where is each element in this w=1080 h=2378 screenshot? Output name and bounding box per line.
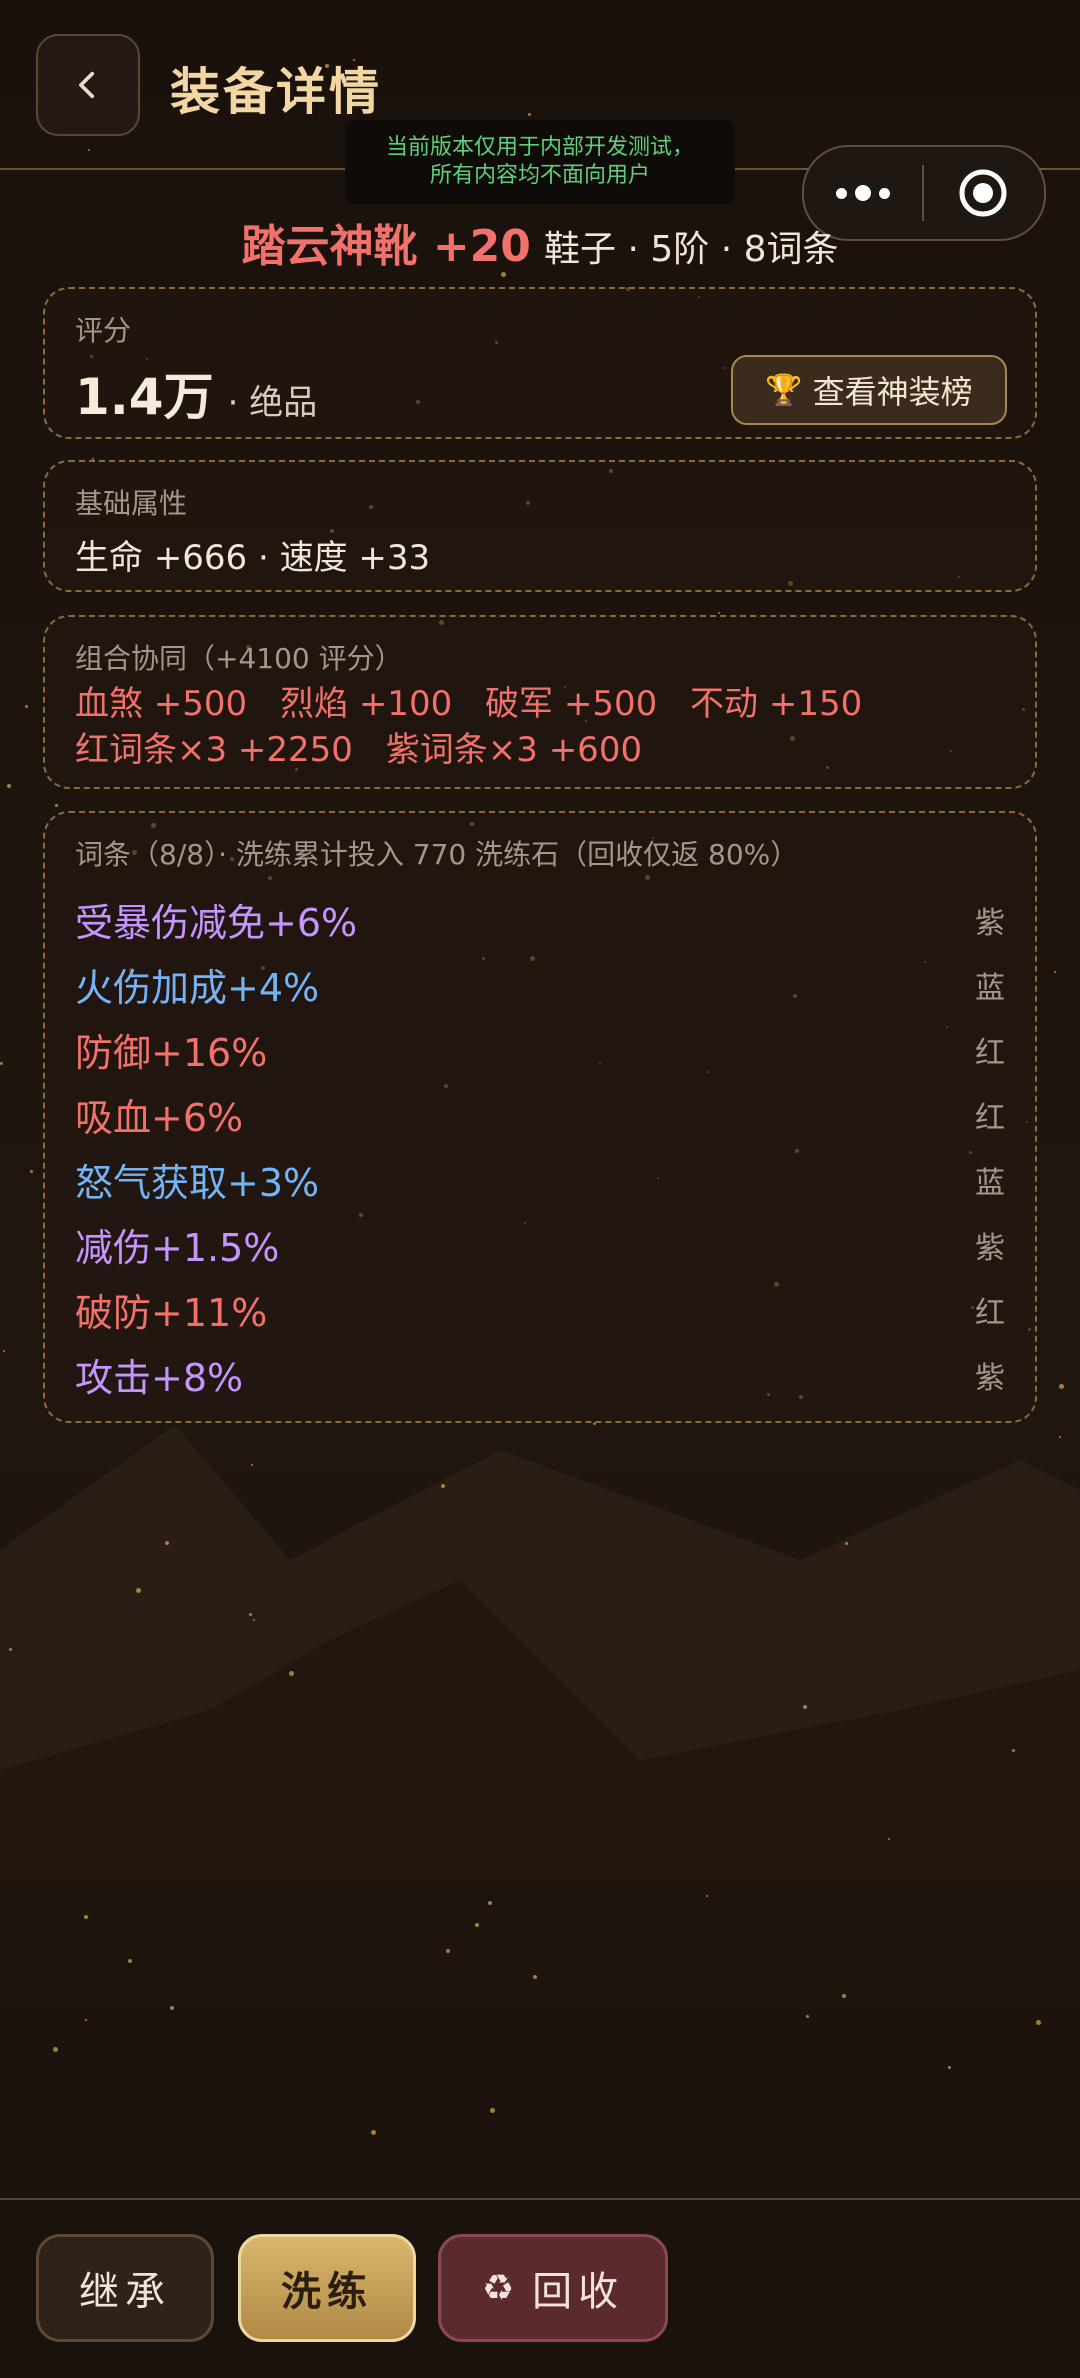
affix-label: 词条（8/8）· 洗练累计投入 770 洗练石（回收仅返 80%） <box>75 838 799 871</box>
affix-row: 减伤+1.5% 紫 <box>75 1212 1005 1277</box>
score-grade: · 绝品 <box>227 383 318 423</box>
combo-item: 紫词条×3 +600 <box>385 730 643 770</box>
affix-name: 减伤+1.5% <box>75 1226 280 1270</box>
affix-quality-tag: 蓝 <box>975 1165 1005 1201</box>
affix-row: 破防+11% 红 <box>75 1277 1005 1342</box>
affix-quality-tag: 红 <box>975 1295 1005 1331</box>
affix-name: 防御+16% <box>75 1031 268 1075</box>
combo-item: 血煞 +500 <box>75 684 248 724</box>
affix-name: 受暴伤减免+6% <box>75 901 358 945</box>
inherit-button[interactable]: 继承 <box>36 2234 214 2342</box>
recycle-label: 回收 <box>532 2269 625 2315</box>
combo-synergy-list: 血煞 +500 烈焰 +100 破军 +500 不动 +150 红词条×3 +2… <box>75 681 1005 773</box>
affix-quality-tag: 紫 <box>975 1360 1005 1396</box>
score-value: 1.4万 <box>75 368 214 426</box>
bottom-action-bar: 继承 洗练 ♻ 回收 <box>0 2198 1080 2378</box>
affix-row: 怒气获取+3% 蓝 <box>75 1147 1005 1212</box>
more-dot-icon <box>855 185 871 201</box>
affix-list: 受暴伤减免+6% 紫 火伤加成+4% 蓝 防御+16% 红 吸血+6% 红 怒气获取+3… <box>75 887 1005 1407</box>
equipment-title-line: 踏云神靴 +20 鞋子 · 5阶 · 8词条 <box>0 210 1080 274</box>
equipment-meta: 鞋子 · 5阶 · 8词条 <box>544 229 839 270</box>
page-title: 装备详情 <box>170 63 382 121</box>
view-ranking-button[interactable]: 🏆 查看神装榜 <box>731 355 1007 425</box>
combo-item: 红词条×3 +2250 <box>75 730 353 770</box>
base-attributes-label: 基础属性 <box>75 487 188 520</box>
base-attributes-card: 基础属性 生命 +666 · 速度 +33 <box>43 460 1037 592</box>
recycle-button[interactable]: ♻ 回收 <box>438 2234 668 2342</box>
affix-quality-tag: 蓝 <box>975 970 1005 1006</box>
combo-synergy-card: 组合协同（+4100 评分） 血煞 +500 烈焰 +100 破军 +500 不… <box>43 615 1037 789</box>
affix-quality-tag: 紫 <box>975 1230 1005 1266</box>
affix-name: 怒气获取+3% <box>75 1161 320 1205</box>
base-attributes-text: 生命 +666 · 速度 +33 <box>75 538 431 578</box>
view-ranking-label: 查看神装榜 <box>812 373 973 411</box>
more-dot-icon <box>879 187 890 199</box>
affix-row: 受暴伤减免+6% 紫 <box>75 887 1005 952</box>
equipment-name: 踏云神靴 +20 <box>241 221 531 272</box>
notice-line-2: 所有内容均不面向用户 <box>429 163 650 188</box>
affix-row: 防御+16% 红 <box>75 1017 1005 1082</box>
affix-name: 破防+11% <box>75 1291 268 1335</box>
combo-item: 破军 +500 <box>485 684 658 724</box>
inherit-label: 继承 <box>79 2269 171 2315</box>
score-label: 评分 <box>75 314 132 347</box>
dev-notice-banner: 当前版本仅用于内部开发测试， 所有内容均不面向用户 <box>345 120 735 204</box>
recycle-icon: ♻ <box>481 2267 521 2309</box>
combo-item: 烈焰 +100 <box>280 684 453 724</box>
affix-quality-tag: 紫 <box>975 905 1005 941</box>
affix-row: 火伤加成+4% 蓝 <box>75 952 1005 1017</box>
refine-button[interactable]: 洗练 <box>238 2234 416 2342</box>
affix-quality-tag: 红 <box>975 1035 1005 1071</box>
chevron-left-icon <box>79 71 95 99</box>
affix-name: 吸血+6% <box>75 1096 244 1140</box>
affix-card: 词条（8/8）· 洗练累计投入 770 洗练石（回收仅返 80%） 受暴伤减免+… <box>43 811 1037 1423</box>
more-dot-icon <box>836 187 847 199</box>
combo-synergy-label: 组合协同（+4100 评分） <box>75 642 403 675</box>
affix-row: 吸血+6% 红 <box>75 1082 1005 1147</box>
combo-item: 不动 +150 <box>690 684 863 724</box>
score-card: 评分 1.4万 · 绝品 🏆 查看神装榜 <box>43 287 1037 439</box>
trophy-icon: 🏆 <box>765 372 803 408</box>
back-button[interactable] <box>36 34 140 136</box>
affix-row: 攻击+8% 紫 <box>75 1342 1005 1407</box>
notice-line-1: 当前版本仅用于内部开发测试， <box>385 135 694 160</box>
mountain-silhouette <box>0 1425 1080 1880</box>
refine-label: 洗练 <box>281 2269 373 2315</box>
affix-quality-tag: 红 <box>975 1100 1005 1136</box>
affix-name: 火伤加成+4% <box>75 966 320 1010</box>
affix-name: 攻击+8% <box>75 1356 244 1400</box>
